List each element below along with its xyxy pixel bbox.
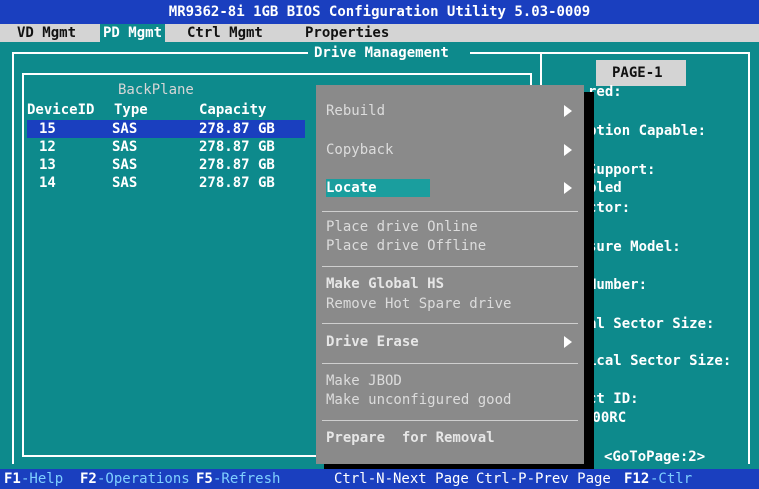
- tab-ctrl-mgmt[interactable]: Ctrl Mgmt: [184, 24, 266, 42]
- menu-item-make-jbod[interactable]: Make JBOD: [326, 372, 402, 390]
- tab-vd-mgmt[interactable]: VD Mgmt: [14, 24, 79, 42]
- menu-item-copyback[interactable]: Copyback: [326, 141, 393, 159]
- menu-item-prepare-removal[interactable]: Prepare for Removal: [326, 429, 495, 447]
- table-header: DeviceID Type Capacity: [27, 101, 305, 119]
- menu-separator: [322, 420, 578, 421]
- table-row[interactable]: 15 SAS 278.87 GB: [27, 120, 305, 138]
- device-capacity: 278.87 GB: [199, 175, 275, 191]
- menu-item-make-unconfigured-good[interactable]: Make unconfigured good: [326, 391, 511, 409]
- ctrl-p-hint: Ctrl-P-Prev Page: [476, 471, 611, 487]
- submenu-arrow-icon: [564, 182, 572, 194]
- menu-item-locate[interactable]: Locate: [326, 179, 430, 197]
- menu-separator: [322, 211, 578, 212]
- menu-bar: VD Mgmt PD Mgmt Ctrl Mgmt Properties: [0, 24, 759, 42]
- goto-page-link[interactable]: <GoToPage:2>: [604, 449, 705, 465]
- menu-separator: [322, 363, 578, 364]
- device-capacity: 278.87 GB: [199, 121, 275, 137]
- f2-hint: -Operations: [97, 471, 190, 487]
- popup-shadow: [584, 92, 594, 465]
- f1-hint: -Help: [21, 471, 64, 487]
- f2-key: F2: [80, 471, 97, 487]
- menu-item-make-global-hs[interactable]: Make Global HS: [326, 275, 444, 293]
- table-row[interactable]: 14 SAS 278.87 GB: [27, 174, 305, 192]
- backplane-box-left: [22, 73, 24, 455]
- col-capacity: Capacity: [199, 102, 267, 118]
- table-row[interactable]: 12 SAS 278.87 GB: [27, 138, 305, 156]
- f5-key: F5: [196, 471, 213, 487]
- prop-label: Support:: [588, 162, 656, 178]
- backplane-title: BackPlane: [118, 82, 194, 98]
- device-type: SAS: [112, 157, 138, 173]
- device-type: SAS: [112, 175, 138, 191]
- f5-hint: -Refresh: [213, 471, 281, 487]
- f1-key: F1: [4, 471, 21, 487]
- status-bar: F1 -Help F2 -Operations F5 -Refresh Ctrl…: [0, 469, 759, 489]
- menu-separator: [322, 266, 578, 267]
- tab-pd-mgmt[interactable]: PD Mgmt: [100, 24, 166, 42]
- menu-item-place-online[interactable]: Place drive Online: [326, 218, 478, 236]
- operations-popup-menu: Rebuild Copyback Locate Place drive Onli…: [316, 85, 584, 464]
- frame-top-border-left: [12, 52, 312, 54]
- device-capacity: 278.87 GB: [199, 139, 275, 155]
- prop-label: sure Model:: [588, 239, 681, 255]
- device-id: 15: [39, 121, 56, 137]
- submenu-arrow-icon: [564, 144, 572, 156]
- page-indicator: PAGE-1: [612, 65, 663, 81]
- device-id: 14: [39, 175, 56, 191]
- prop-label: Number:: [588, 277, 648, 293]
- f12-hint: -Ctlr: [650, 471, 693, 487]
- prop-label: ption Capable:: [588, 123, 707, 139]
- prop-label: al Sector Size:: [588, 316, 715, 332]
- col-type: Type: [114, 102, 148, 118]
- device-id: 12: [39, 139, 56, 155]
- frame-right-border: [748, 52, 750, 464]
- app-title: MR9362-8i 1GB BIOS Configuration Utility…: [0, 0, 759, 24]
- frame-top-border-right: [470, 52, 750, 54]
- submenu-arrow-icon: [564, 105, 572, 117]
- prop-label: ical Sector Size:: [588, 353, 732, 369]
- f12-key: F12: [624, 471, 650, 487]
- tab-properties[interactable]: Properties: [302, 24, 392, 42]
- menu-separator: [322, 323, 578, 324]
- backplane-box-top: [22, 73, 532, 75]
- backplane-box-bottom: [22, 455, 322, 457]
- device-type: SAS: [112, 121, 138, 137]
- col-device-id: DeviceID: [27, 102, 95, 118]
- submenu-arrow-icon: [564, 336, 572, 348]
- section-title: Drive Management: [308, 44, 455, 62]
- menu-item-remove-hot-spare[interactable]: Remove Hot Spare drive: [326, 295, 511, 313]
- menu-item-place-offline[interactable]: Place drive Offline: [326, 237, 486, 255]
- menu-item-rebuild[interactable]: Rebuild: [326, 102, 385, 120]
- prop-label: ct ID:: [588, 391, 639, 407]
- menu-item-drive-erase[interactable]: Drive Erase: [326, 333, 419, 351]
- device-capacity: 278.87 GB: [199, 157, 275, 173]
- frame-left-border: [12, 52, 14, 464]
- ctrl-n-hint: Ctrl-N-Next Page: [334, 471, 469, 487]
- device-id: 13: [39, 157, 56, 173]
- device-type: SAS: [112, 139, 138, 155]
- table-row[interactable]: 13 SAS 278.87 GB: [27, 156, 305, 174]
- prop-label: ctor:: [588, 200, 631, 216]
